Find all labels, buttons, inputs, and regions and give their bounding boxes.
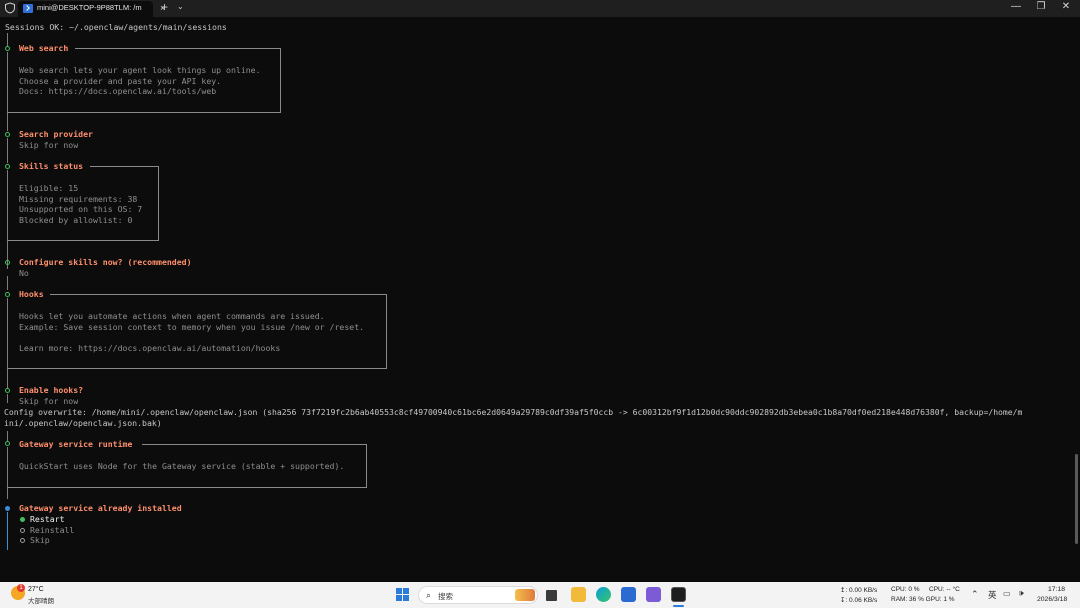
windows-logo-icon (403, 595, 409, 601)
search-provider-value: Skip for now (19, 140, 79, 150)
radio-selected-icon[interactable] (20, 517, 25, 522)
cpu-usage: CPU: 0 % (891, 586, 920, 593)
clock-date[interactable]: 2026/3/18 (1037, 596, 1067, 603)
gateway-installed-title: Gateway service already installed (19, 503, 182, 513)
net-download: ↧: 0.06 KB/s (840, 597, 878, 604)
ram-gpu-usage: RAM: 36 % GPU: 1 % (891, 596, 955, 603)
web-search-line: Choose a provider and paste your API key… (19, 76, 222, 86)
skills-status-line: Blocked by allowlist: 0 (19, 215, 133, 225)
chevron-up-icon[interactable]: ⌃ (971, 589, 979, 600)
guide-line (7, 276, 8, 290)
terminal-output[interactable]: Sessions OK: ~/.openclaw/agents/main/ses… (0, 17, 1080, 582)
terminal-app-icon (23, 4, 33, 13)
cpu-temp: CPU: -- °C (929, 586, 960, 593)
windows-logo-icon (396, 595, 402, 601)
active-app-indicator (673, 605, 684, 607)
windows-logo-icon (396, 588, 402, 594)
step-dot-icon (5, 388, 10, 393)
search-provider-title: Search provider (19, 129, 93, 139)
option-skip[interactable]: Skip (30, 535, 50, 545)
new-tab-button[interactable]: + (161, 0, 168, 14)
radio-unselected-icon[interactable] (20, 528, 25, 533)
windows-logo-icon (403, 588, 409, 594)
terminal-taskbar-icon[interactable] (671, 587, 686, 602)
task-view-icon[interactable] (546, 590, 557, 601)
guide-line (7, 138, 8, 163)
maximize-button[interactable]: ❐ (1031, 1, 1051, 12)
start-button[interactable] (396, 588, 410, 602)
store-icon[interactable] (621, 587, 636, 602)
weather-description: 大部晴朗 (28, 598, 54, 605)
guide-line (7, 33, 8, 47)
terminal-tab[interactable]: mini@DESKTOP-9P88TLM: /m × (18, 1, 165, 17)
guide-line (7, 431, 8, 441)
config-overwrite-line: Config overwrite: /home/mini/.openclaw/o… (4, 407, 1023, 417)
title-bar: mini@DESKTOP-9P88TLM: /m × + ⌄ — ❐ ✕ (0, 0, 1080, 17)
skills-status-line: Eligible: 15 (19, 183, 79, 193)
skills-status-line: Unsupported on this OS: 7 (19, 204, 143, 214)
tab-title: mini@DESKTOP-9P88TLM: /m (37, 3, 142, 12)
config-overwrite-line: ini/.openclaw/openclaw.json.bak) (4, 418, 162, 428)
search-highlight-icon (515, 589, 535, 601)
search-icon: ⌕ (426, 590, 432, 600)
radio-unselected-icon[interactable] (20, 538, 25, 543)
guide-line (7, 394, 8, 403)
net-upload: ↥: 0.00 KB/s (840, 587, 878, 594)
taskbar: 1 27°C 大部晴朗 ⌕ 搜索 ↥: 0.00 KB/s ↧: 0.06 KB… (0, 582, 1080, 608)
active-step-icon (5, 506, 10, 511)
web-search-line: Web search lets your agent look things u… (19, 65, 261, 75)
close-window-button[interactable]: ✕ (1056, 1, 1076, 12)
network-icon[interactable]: ▭ (1003, 589, 1011, 598)
weather-badge: 1 (17, 584, 25, 592)
scrollbar-thumb[interactable] (1075, 454, 1078, 544)
taskbar-search[interactable]: ⌕ 搜索 (418, 586, 538, 604)
enable-hooks-title: Enable hooks? (19, 385, 84, 395)
app-icon[interactable] (646, 587, 661, 602)
web-search-line: Docs: https://docs.openclaw.ai/tools/web (19, 86, 217, 96)
clock-time[interactable]: 17:18 (1048, 586, 1065, 593)
option-restart[interactable]: Restart (30, 514, 65, 524)
file-explorer-icon[interactable] (571, 587, 586, 602)
step-dot-icon (5, 260, 10, 265)
volume-icon[interactable]: 🕩 (1018, 588, 1024, 599)
configure-skills-title: Configure skills now? (recommended) (19, 257, 192, 267)
shield-icon[interactable] (4, 2, 16, 14)
hooks-line: Example: Save session context to memory … (19, 322, 365, 332)
hooks-line: Hooks let you automate actions when agen… (19, 311, 325, 321)
configure-skills-value: No (19, 268, 29, 278)
weather-temperature: 27°C (28, 586, 44, 593)
skills-status-line: Missing requirements: 38 (19, 194, 138, 204)
edge-browser-icon[interactable] (596, 587, 611, 602)
sessions-line: Sessions OK: ~/.openclaw/agents/main/ses… (5, 22, 227, 32)
step-dot-icon (5, 132, 10, 137)
option-reinstall[interactable]: Reinstall (30, 525, 74, 535)
minimize-button[interactable]: — (1006, 1, 1026, 12)
hooks-line: Learn more: https://docs.openclaw.ai/aut… (19, 343, 281, 353)
gateway-runtime-text: QuickStart uses Node for the Gateway ser… (19, 461, 345, 471)
enable-hooks-value: Skip for now (19, 396, 79, 406)
tab-dropdown-icon[interactable]: ⌄ (177, 2, 184, 11)
input-language[interactable]: 英 (988, 589, 997, 601)
search-placeholder: 搜索 (438, 592, 453, 601)
guide-line-active (7, 512, 8, 550)
